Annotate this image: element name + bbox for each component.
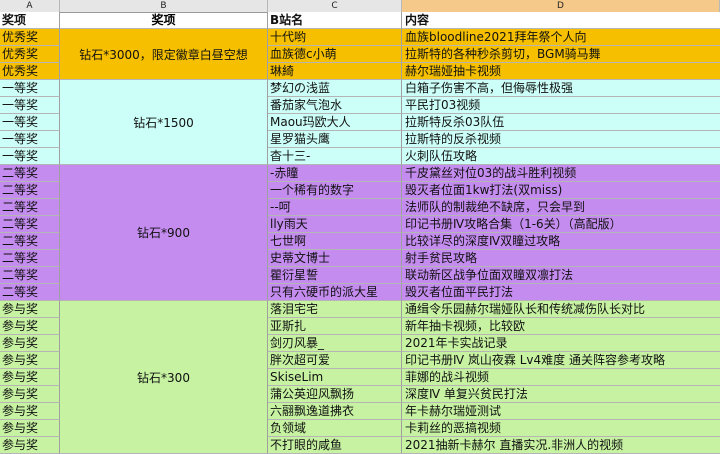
content-cell[interactable]: 拉斯特反杀03队伍: [402, 114, 720, 131]
bilibili-name-cell[interactable]: 六翮飘逸道拂衣: [268, 403, 402, 420]
award-cell[interactable]: 参与奖: [0, 386, 60, 403]
award-cell[interactable]: 参与奖: [0, 318, 60, 335]
award-cell[interactable]: 一等奖: [0, 97, 60, 114]
column-header-c[interactable]: C: [268, 0, 402, 12]
award-cell[interactable]: 二等奖: [0, 267, 60, 284]
content-cell[interactable]: 毁灭者位面平民打法: [402, 284, 720, 301]
cell-grid: 奖项 奖项 B站名 内容 优秀奖 十代哟 血族bloodline2021拜年祭个人向…: [0, 12, 720, 454]
award-cell[interactable]: 二等奖: [0, 216, 60, 233]
merged-prize-cell[interactable]: 钻石*300: [60, 301, 268, 454]
content-cell[interactable]: 白箱子伤害不高，但侮辱性极强: [402, 80, 720, 97]
award-cell[interactable]: 参与奖: [0, 420, 60, 437]
bilibili-name-cell[interactable]: 负领域: [268, 420, 402, 437]
header-cell-prize[interactable]: 奖项: [60, 12, 268, 29]
bilibili-name-cell[interactable]: lly雨天: [268, 216, 402, 233]
content-cell[interactable]: 2021抽新卡赫尔 直播实况.非洲人的视频: [402, 437, 720, 454]
award-cell[interactable]: 优秀奖: [0, 63, 60, 80]
content-cell[interactable]: 深度Ⅳ 单复兴贫民打法: [402, 386, 720, 403]
content-cell[interactable]: 菲娜的战斗视频: [402, 369, 720, 386]
award-cell[interactable]: 优秀奖: [0, 46, 60, 63]
award-cell[interactable]: 优秀奖: [0, 29, 60, 46]
bilibili-name-cell[interactable]: 杳十三-: [268, 148, 402, 165]
bilibili-name-cell[interactable]: 星罗猫头鹰: [268, 131, 402, 148]
content-cell[interactable]: 血族bloodline2021拜年祭个人向: [402, 29, 720, 46]
merged-prize-cell[interactable]: 钻石*1500: [60, 80, 268, 165]
header-cell-content[interactable]: 内容: [402, 12, 720, 29]
content-cell[interactable]: 印记书册Ⅳ攻略合集（1-6关）（高配版）: [402, 216, 720, 233]
bilibili-name-cell[interactable]: 十代哟: [268, 29, 402, 46]
award-cell[interactable]: 一等奖: [0, 114, 60, 131]
award-cell[interactable]: 参与奖: [0, 369, 60, 386]
award-cell[interactable]: 参与奖: [0, 301, 60, 318]
award-cell[interactable]: 二等奖: [0, 199, 60, 216]
bilibili-name-cell[interactable]: -赤瞳: [268, 165, 402, 182]
bilibili-name-cell[interactable]: SkiseLim: [268, 369, 402, 386]
merged-prize-cell[interactable]: 钻石*900: [60, 165, 268, 301]
content-cell[interactable]: 拉斯特的各种秒杀剪切，BGM骑马舞: [402, 46, 720, 63]
content-cell[interactable]: 印记书册Ⅳ 岚山夜霖 Lv4难度 通关阵容参考攻略: [402, 352, 720, 369]
content-cell[interactable]: 联动新区战争位面双瞳双凛打法: [402, 267, 720, 284]
content-cell[interactable]: 千皮黛丝对位03的战斗胜利视频: [402, 165, 720, 182]
bilibili-name-cell[interactable]: 亚斯扎: [268, 318, 402, 335]
bilibili-name-cell[interactable]: 胖次超可爱: [268, 352, 402, 369]
award-cell[interactable]: 一等奖: [0, 148, 60, 165]
bilibili-name-cell[interactable]: 番茄家气泡水: [268, 97, 402, 114]
column-header-a[interactable]: A: [0, 0, 60, 12]
bilibili-name-cell[interactable]: 七世啊: [268, 233, 402, 250]
column-header-d[interactable]: D: [402, 0, 720, 12]
bilibili-name-cell[interactable]: 一个稀有的数字: [268, 182, 402, 199]
award-cell[interactable]: 参与奖: [0, 437, 60, 454]
bilibili-name-cell[interactable]: --呵: [268, 199, 402, 216]
bilibili-name-cell[interactable]: 落泪宅宅: [268, 301, 402, 318]
content-cell[interactable]: 火刺队伍攻略: [402, 148, 720, 165]
column-header-b[interactable]: B: [60, 0, 268, 12]
award-cell[interactable]: 参与奖: [0, 352, 60, 369]
bilibili-name-cell[interactable]: 剑刃风暴_: [268, 335, 402, 352]
header-cell-name[interactable]: B站名: [268, 12, 402, 29]
bilibili-name-cell[interactable]: 瞿衍星誓: [268, 267, 402, 284]
bilibili-name-cell[interactable]: 蒲公英迎风飘扬: [268, 386, 402, 403]
award-cell[interactable]: 一等奖: [0, 80, 60, 97]
award-cell[interactable]: 参与奖: [0, 335, 60, 352]
content-cell[interactable]: 赫尔瑞娅抽卡视频: [402, 63, 720, 80]
award-cell[interactable]: 二等奖: [0, 165, 60, 182]
content-cell[interactable]: 年卡赫尔瑞娅测试: [402, 403, 720, 420]
spreadsheet: A B C D 奖项 奖项 B站名 内容 优秀奖 十代哟 血族bloodline20…: [0, 0, 720, 454]
award-cell[interactable]: 参与奖: [0, 403, 60, 420]
bilibili-name-cell[interactable]: 只有六硬币的派大星: [268, 284, 402, 301]
bilibili-name-cell[interactable]: 琳綺: [268, 63, 402, 80]
content-cell[interactable]: 法师队的制裁绝不缺席，只会早到: [402, 199, 720, 216]
bilibili-name-cell[interactable]: 史蒂文博士: [268, 250, 402, 267]
content-cell[interactable]: 2021年卡实战记录: [402, 335, 720, 352]
merged-prize-cell[interactable]: 钻石*3000，限定徽章白昼空想: [60, 29, 268, 80]
header-row: 奖项 奖项 B站名 内容: [0, 12, 720, 29]
bilibili-name-cell[interactable]: 不打眼的咸鱼: [268, 437, 402, 454]
content-cell[interactable]: 比较详尽的深度Ⅳ双瞳过攻略: [402, 233, 720, 250]
bilibili-name-cell[interactable]: Maou玛欧大人: [268, 114, 402, 131]
content-cell[interactable]: 通缉令乐园赫尔瑞娅队长和传统减伤队长对比: [402, 301, 720, 318]
content-cell[interactable]: 新年抽卡视频，比较欧: [402, 318, 720, 335]
award-cell[interactable]: 二等奖: [0, 182, 60, 199]
content-cell[interactable]: 平民打03视频: [402, 97, 720, 114]
award-cell[interactable]: 二等奖: [0, 233, 60, 250]
award-cell[interactable]: 二等奖: [0, 284, 60, 301]
content-cell[interactable]: 射手贫民攻略: [402, 250, 720, 267]
bilibili-name-cell[interactable]: 血族德c小萌: [268, 46, 402, 63]
content-cell[interactable]: 拉斯特的反杀视频: [402, 131, 720, 148]
award-cell[interactable]: 二等奖: [0, 250, 60, 267]
bilibili-name-cell[interactable]: 梦幻の浅蓝: [268, 80, 402, 97]
header-cell-award[interactable]: 奖项: [0, 12, 60, 29]
content-cell[interactable]: 毁灭者位面1kw打法(双miss): [402, 182, 720, 199]
award-cell[interactable]: 一等奖: [0, 131, 60, 148]
content-cell[interactable]: 卡莉丝的恶搞视频: [402, 420, 720, 437]
